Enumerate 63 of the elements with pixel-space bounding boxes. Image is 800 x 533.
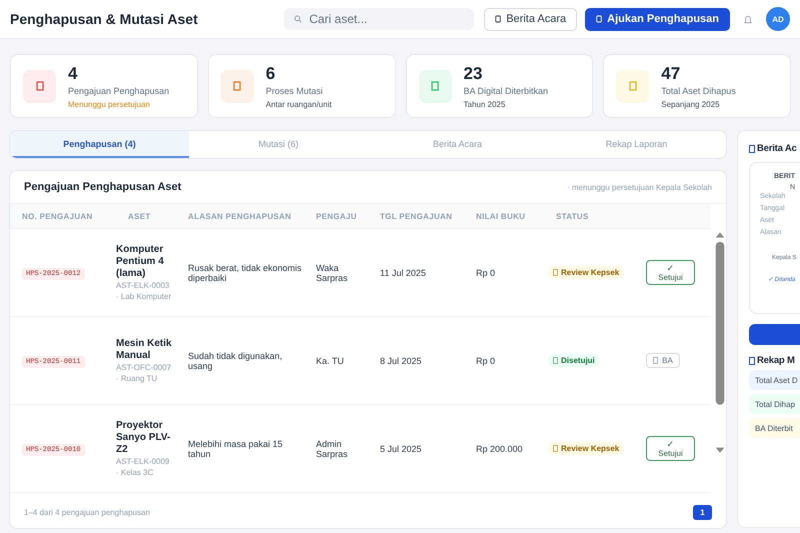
table-title: Pengajuan Penghapusan Aset	[24, 181, 182, 193]
column-header: NILAI BUKU	[475, 212, 526, 220]
table-cell: Waka Sarpras	[316, 262, 348, 282]
stat-note: Tahun 2025	[464, 100, 506, 108]
pagination-summary: 1–4 dari 4 pengajuan penghapusan	[24, 508, 150, 516]
asset-code: AST-ELK-0009 · Kelas 3C	[116, 456, 170, 478]
asset-code: AST-ELK-0003 · Lab Komputer	[116, 280, 172, 302]
panel-title: Berita Ac	[757, 143, 797, 154]
stat-note: Antar ruangan/unit	[266, 100, 332, 108]
stat-value: 47	[661, 64, 682, 84]
document-icon	[749, 144, 755, 152]
column-header: ALASAN PENGHAPUSAN	[187, 212, 292, 220]
recap-item: BA Diterbit	[749, 418, 800, 438]
stat-note: Menunggu persetujuan	[68, 100, 151, 108]
table-cell: 11 Jul 2025	[380, 268, 426, 278]
user-avatar[interactable]: AD	[766, 7, 790, 31]
column-header: STATUS	[555, 212, 590, 220]
document-icon	[495, 15, 502, 23]
search-field[interactable]: Cari aset...	[284, 8, 474, 30]
recap-item: Total Aset D	[749, 370, 800, 390]
asset-name: Komputer Pentium 4 (lama)	[116, 244, 165, 280]
status-badge: Disetujui	[548, 354, 600, 367]
stat-value: 23	[464, 64, 484, 84]
header-button[interactable]: Berita Acara	[484, 8, 578, 30]
column-header: ASET	[127, 212, 152, 220]
action-button[interactable]: ✓ Setujui	[646, 260, 695, 285]
table-cell: Sudah tidak digunakan, usang	[188, 350, 282, 370]
stat-note: Sepanjang 2025	[661, 100, 721, 108]
table-cell: 8 Jul 2025	[380, 356, 422, 366]
action-button[interactable]: BA	[646, 353, 680, 368]
table-cell: Rusak berat, tidak ekonomis diperbaiki	[188, 262, 302, 282]
table-cell: 5 Jul 2025	[380, 444, 422, 454]
page-button[interactable]: 1	[693, 504, 712, 520]
column-header: TGL PENGAJUAN	[379, 212, 454, 220]
stat-value: 6	[266, 64, 276, 84]
table-cell: Ka. TU	[316, 356, 344, 366]
recap-item: Total Dihap	[749, 394, 800, 414]
column-header: NO. PENGAJUAN	[21, 212, 94, 220]
status-badge: Review Kepsek	[548, 266, 624, 279]
panel-title: Rekap M	[757, 355, 795, 366]
tab[interactable]: Penghapusan (4)	[10, 131, 189, 158]
header-button[interactable]: Ajukan Penghapusan	[585, 8, 730, 30]
stat-label: Pengajuan Penghapusan	[68, 86, 170, 96]
action-button[interactable]: ✓ Setujui	[646, 436, 695, 461]
column-header: PENGAJU	[315, 212, 358, 220]
document-icon	[596, 15, 602, 23]
asset-name: Mesin Ketik Manual	[116, 338, 173, 362]
page-title: Penghapusan & Mutasi Aset	[10, 11, 199, 27]
status-badge: Review Kepsek	[548, 442, 624, 455]
table-subtitle: · menunggu persetujuan Kepala Sekolah	[567, 182, 712, 192]
asset-code: AST-OFC-0007 · Ruang TU	[116, 362, 172, 384]
table-cell: Admin Sarpras	[316, 438, 348, 458]
asset-name: Proyektor Sanyo PLV-Z2	[116, 420, 172, 456]
stat-value: 4	[68, 64, 78, 84]
table-cell: Rp 0	[476, 356, 496, 366]
stat-label: BA Digital Diterbitkan	[464, 86, 548, 96]
bell-icon[interactable]	[744, 14, 752, 24]
table-cell: Rp 200.000	[476, 444, 523, 454]
stat-label: Total Aset Dihapus	[661, 86, 736, 96]
stat-label: Proses Mutasi	[266, 86, 324, 96]
table-cell: Melebihi masa pakai 15 tahun	[188, 438, 283, 458]
table-cell: Rp 0	[476, 268, 496, 278]
search-icon	[294, 15, 302, 23]
